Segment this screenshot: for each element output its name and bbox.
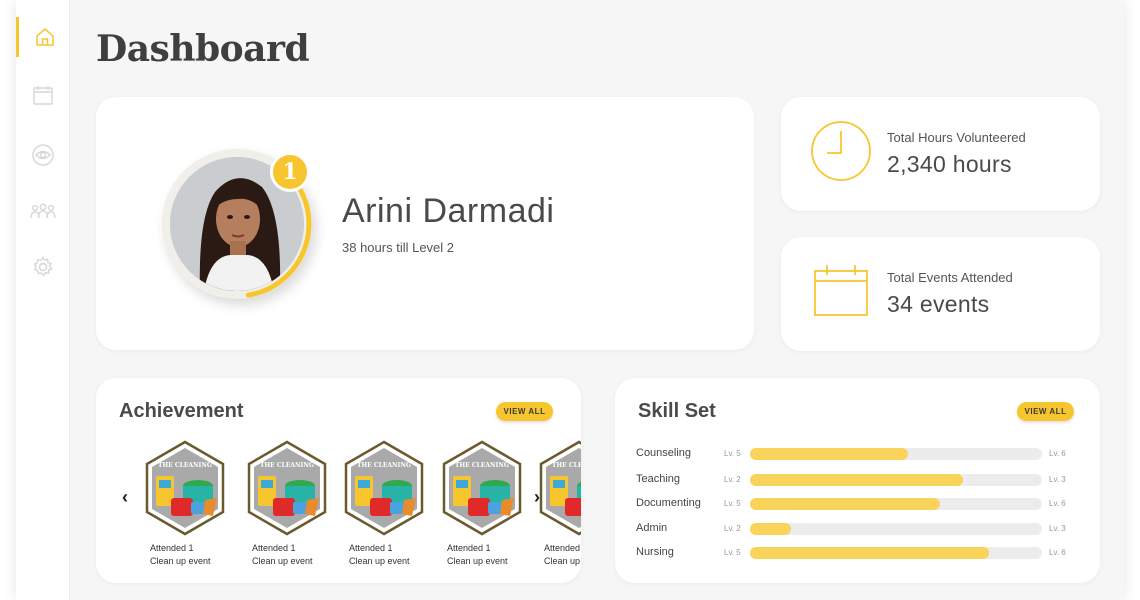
events-stat-value: 34 events <box>887 291 990 317</box>
achievement-title: Achievement <box>119 400 244 422</box>
skill-progress-fill <box>750 547 989 559</box>
achievement-badge[interactable]: THE CLEANINGAttended 1Clean up event <box>242 440 332 568</box>
skill-set-title: Skill Set <box>638 400 716 422</box>
achievement-badge[interactable]: THE CLEANINGAttended 1Clean up event <box>534 440 581 568</box>
achievement-badge[interactable]: THE CLEANINGAttended 1Clean up event <box>140 440 230 568</box>
skill-name: Counseling <box>636 447 692 459</box>
skill-progress-track <box>750 474 1042 486</box>
achievement-card: Achievement VIEW ALL ‹ › THE CLEANING Att… <box>96 378 581 583</box>
skill-row: Teaching Lv. 2 Lv. 3 <box>636 471 1076 489</box>
skill-progress-fill <box>750 523 791 535</box>
app-window: Dashboard 1 Arini Darmadi 38 hours till … <box>16 0 1124 600</box>
cleaning-badge-icon: THE CLEANING <box>442 440 522 536</box>
cleaning-badge-icon: THE CLEANING <box>344 440 424 536</box>
page-title: Dashboard <box>96 28 310 70</box>
hours-stat-card: Total Hours Volunteered 2,340 hours <box>781 97 1100 211</box>
svg-text:THE CLEANING: THE CLEANING <box>158 462 212 469</box>
skill-progress-track <box>750 498 1042 510</box>
sidebar-item-calendar[interactable] <box>16 75 70 115</box>
skill-view-all-button[interactable]: VIEW ALL <box>1017 402 1074 421</box>
skill-row: Documenting Lv. 5 Lv. 6 <box>636 495 1076 513</box>
home-icon <box>35 28 54 46</box>
calendar-icon <box>814 265 868 316</box>
skill-current-level: Lv. 2 <box>724 524 741 533</box>
skill-current-level: Lv. 5 <box>724 548 741 557</box>
level-badge: 1 <box>270 152 310 192</box>
skill-progress-track <box>750 547 1042 559</box>
cleaning-badge-icon: THE CLEANING <box>145 440 225 536</box>
achievement-badge[interactable]: THE CLEANINGAttended 1Clean up event <box>339 440 429 568</box>
sidebar-item-settings[interactable] <box>16 247 70 287</box>
svg-text:THE CLEANING: THE CLEANING <box>455 462 509 469</box>
cleaning-badge-icon: THE CLEANING <box>539 440 581 536</box>
skill-progress-fill <box>750 448 908 460</box>
svg-text:THE CLEANING: THE CLEANING <box>260 462 314 469</box>
svg-text:THE CLEANING: THE CLEANING <box>552 462 581 469</box>
skill-progress-fill <box>750 498 940 510</box>
skill-progress-track <box>750 523 1042 535</box>
skill-next-level: Lv. 6 <box>1049 499 1066 508</box>
eye-icon <box>32 144 54 166</box>
skill-next-level: Lv. 3 <box>1049 475 1066 484</box>
sidebar-item-people[interactable] <box>16 192 70 232</box>
sidebar-item-insights[interactable] <box>16 135 70 175</box>
hours-stat-value: 2,340 hours <box>887 151 1012 177</box>
gear-icon <box>33 256 53 277</box>
achievement-prev-arrow[interactable]: ‹ <box>122 487 128 508</box>
achievement-view-all-button[interactable]: VIEW ALL <box>496 402 553 421</box>
skill-next-level: Lv. 3 <box>1049 524 1066 533</box>
level-progress-text: 38 hours till Level 2 <box>342 240 455 255</box>
clock-icon <box>811 121 871 181</box>
skill-current-level: Lv. 5 <box>724 449 741 458</box>
skill-name: Nursing <box>636 546 674 558</box>
skill-current-level: Lv. 5 <box>724 499 741 508</box>
sidebar <box>16 0 70 600</box>
skill-current-level: Lv. 2 <box>724 475 741 484</box>
user-name: Arini Darmadi <box>342 192 555 230</box>
skill-set-card: Skill Set VIEW ALL Counseling Lv. 5 Lv. 6 T… <box>615 378 1100 583</box>
skill-next-level: Lv. 6 <box>1049 449 1066 458</box>
achievement-badge[interactable]: THE CLEANINGAttended 1Clean up event <box>437 440 527 568</box>
people-icon <box>30 203 56 219</box>
sidebar-item-home[interactable] <box>16 17 70 57</box>
profile-card: 1 Arini Darmadi 38 hours till Level 2 <box>96 97 754 350</box>
hours-stat-label: Total Hours Volunteered <box>887 130 1026 145</box>
skill-row: Admin Lv. 2 Lv. 3 <box>636 520 1076 538</box>
skill-name: Documenting <box>636 497 701 509</box>
cleaning-badge-icon: THE CLEANING <box>247 440 327 536</box>
skill-name: Teaching <box>636 473 681 485</box>
svg-text:THE CLEANING: THE CLEANING <box>357 462 411 469</box>
calendar-icon <box>33 86 53 105</box>
skill-name: Admin <box>636 522 668 534</box>
skill-next-level: Lv. 6 <box>1049 548 1066 557</box>
skill-row: Counseling Lv. 5 Lv. 6 <box>636 445 1076 463</box>
skill-progress-fill <box>750 474 963 486</box>
events-stat-card: Total Events Attended 34 events <box>781 237 1100 351</box>
skill-row: Nursing Lv. 5 Lv. 6 <box>636 544 1076 562</box>
skill-progress-track <box>750 448 1042 460</box>
events-stat-label: Total Events Attended <box>887 270 1013 285</box>
